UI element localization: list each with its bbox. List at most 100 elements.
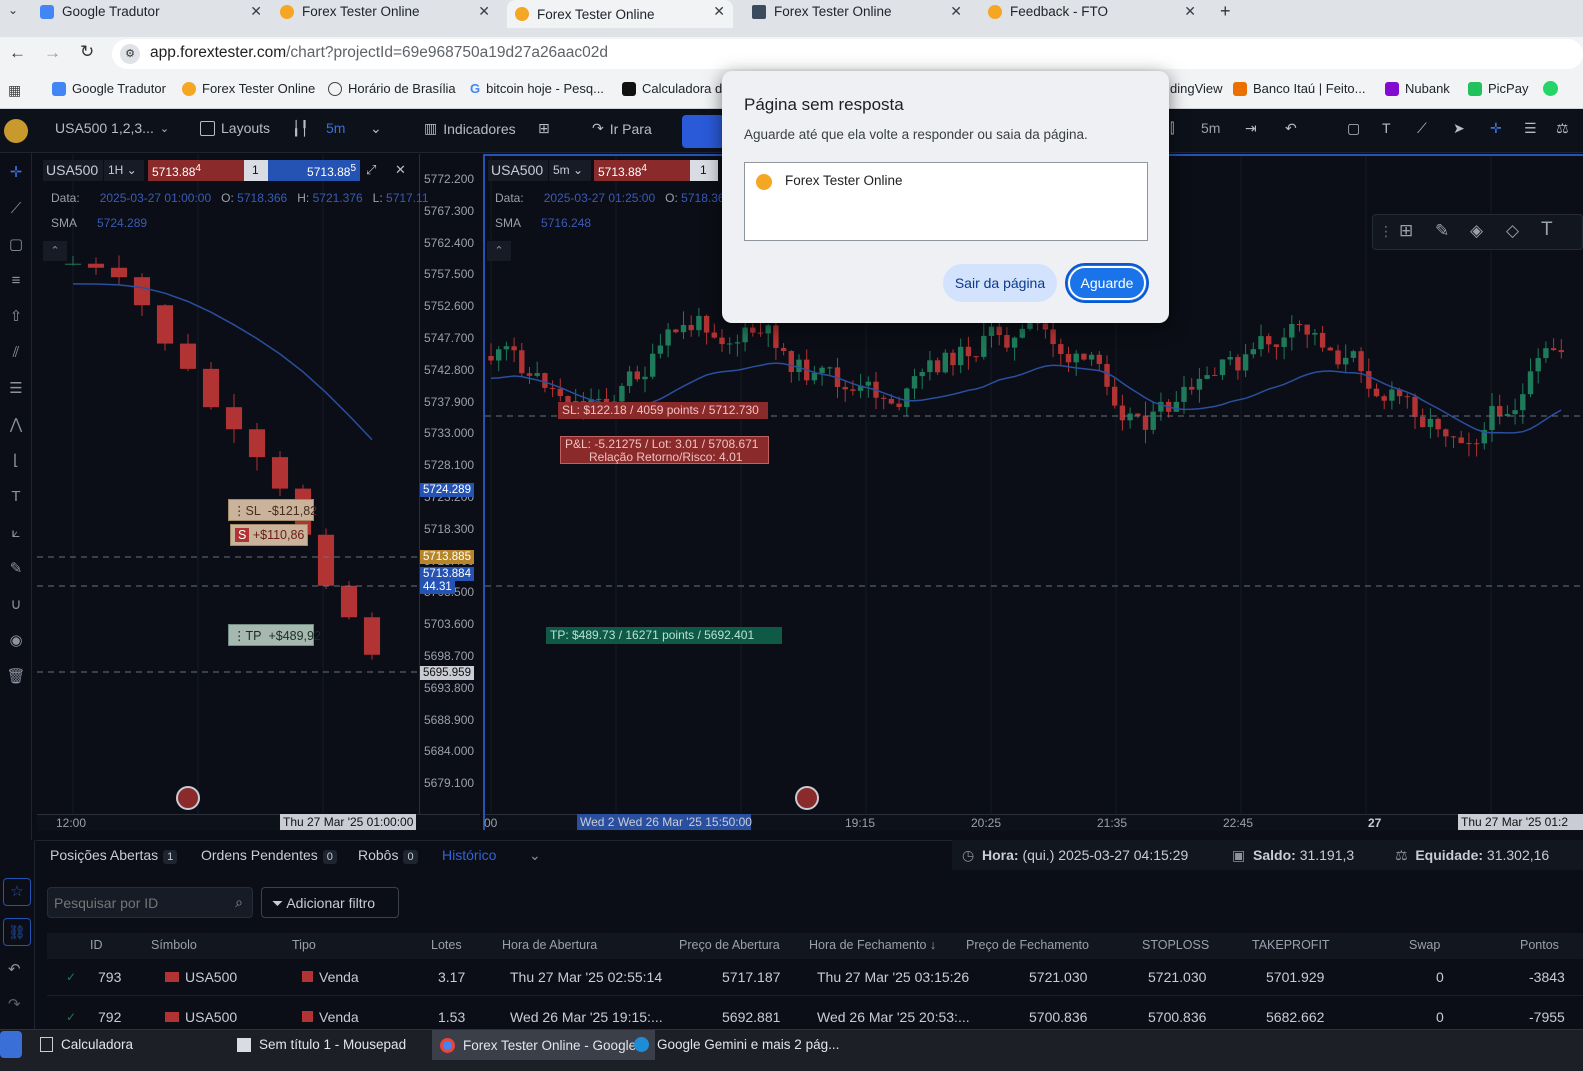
col-type[interactable]: Tipo [292,938,316,952]
col-points[interactable]: Pontos [1520,938,1559,952]
timeframe-dropdown-icon[interactable]: ⌄ [370,120,382,137]
taskbar-chrome-forex[interactable]: Forex Tester Online - Google... [432,1030,656,1060]
text-tool-icon[interactable]: T [1382,120,1391,136]
collapse-legend-icon[interactable]: ⌃ [43,241,67,261]
start-menu-icon[interactable] [0,1031,22,1058]
favorites-star-icon[interactable]: ☆ [3,878,31,906]
fill-color-icon[interactable]: ◈ [1470,221,1483,241]
us-flag-icon[interactable] [176,786,200,810]
taskbar-mousepad[interactable]: Sem título 1 - Mousepad [237,1037,406,1052]
whatsapp-icon[interactable] [1543,81,1558,96]
tab-pending-orders[interactable]: Ordens Pendentes 0 [201,847,337,864]
tab-feedback-fto[interactable]: Feedback - FTO ✕ [988,0,1196,23]
col-open-price[interactable]: Preço de Abertura [679,938,780,952]
pl-info-box[interactable]: P&L: -5.21275 / Lot: 3.01 / 5708.671 Rela… [560,436,769,464]
col-stoploss[interactable]: STOPLOSS [1142,938,1209,952]
add-filter-button[interactable]: ⏷ Adicionar filtro [261,887,399,918]
bookmark-nubank[interactable]: Nubank [1385,81,1450,96]
leave-page-button[interactable]: Sair da página [943,264,1057,302]
timeframe-badge-right[interactable]: 5m ⌄ [549,160,591,181]
grid-icon[interactable]: ⊞ [1399,221,1413,241]
tab-forex-tester-active[interactable]: Forex Tester Online ✕ [507,0,733,28]
tab-forex-tester-1[interactable]: Forex Tester Online ✕ [280,0,490,23]
brush-icon[interactable]: ✎ [6,559,26,579]
rectangle-icon[interactable]: ▢ [6,235,26,255]
collapse-legend-right-icon[interactable]: ⌃ [487,241,511,261]
search-icon[interactable]: ⌕ [235,894,243,911]
tab-open-positions[interactable]: Posições Abertas 1 [50,847,178,864]
measure-icon[interactable]: ⌊ [6,451,26,471]
new-tab-icon[interactable]: + [1220,1,1231,22]
search-id-input[interactable] [54,893,224,913]
col-lots[interactable]: Lotes [431,938,462,952]
site-info-icon[interactable]: ⚙ [120,44,140,64]
tab-forex-tester-3[interactable]: Forex Tester Online ✕ [752,0,962,23]
ruler-icon[interactable]: ⟀ [6,523,26,543]
text-icon[interactable]: T [6,487,26,507]
tab-history[interactable]: Histórico [442,847,496,863]
templates-icon[interactable]: ⊞ [538,120,550,137]
taskbar-calculator[interactable]: Calculadora [40,1037,133,1052]
bookmark-itau[interactable]: Banco Itaú | Feito... [1233,81,1366,96]
table-row[interactable] [47,960,1583,996]
tab-list-chevron-icon[interactable]: ⌄ [8,3,18,17]
back-icon[interactable]: ← [9,43,26,63]
chart-left-canvas[interactable] [37,154,480,830]
close-tab-icon[interactable]: ✕ [250,3,262,20]
taskbar-edge-gemini[interactable]: Google Gemini e mais 2 pág... [634,1037,839,1052]
goto-button[interactable]: ↷ Ir Para [592,120,652,137]
timeframe-selector-2[interactable]: 5m [1201,120,1220,136]
position-pl-label[interactable]: S +$110,86 [230,524,308,546]
col-open-time[interactable]: Hora de Abertura [502,938,597,952]
lot-input-left[interactable]: 1 [244,160,268,181]
close-pane-icon[interactable]: ✕ [395,162,406,178]
symbol-selector[interactable]: USA500 1,2,3... ⌄ [55,120,169,136]
toolbar-icon-ruler[interactable]: ⫿ [1170,120,1174,137]
table-row[interactable] [47,997,1583,1029]
timeframe-badge-left[interactable]: 1H ⌄ [104,160,144,181]
col-symbol[interactable]: Símbolo [151,938,197,952]
eye-icon[interactable]: ◉ [6,631,26,651]
tabs-more-chevron-icon[interactable]: ⌄ [529,847,541,864]
col-close-time[interactable]: Hora de Fechamento ↓ [809,938,936,952]
pattern-icon[interactable]: ⋀ [6,415,26,435]
timeframe-selector[interactable]: 5m [326,120,345,136]
drag-handle-icon[interactable]: ⋮ [1379,223,1393,240]
buy-button-left[interactable]: 5713.885 [268,160,360,181]
us-flag-icon-right[interactable] [795,786,819,810]
close-tab-icon[interactable]: ✕ [478,3,490,20]
step-forward-icon[interactable]: ⇥ [1245,120,1257,137]
redo-icon[interactable]: ↷ [8,995,21,1013]
sell-button-right[interactable]: 5713.884 [594,160,690,181]
trendline-icon[interactable]: ⟋ [6,199,26,219]
channel-icon[interactable]: ⫽ [6,343,26,363]
bookmark-forex-tester[interactable]: Forex Tester Online [182,81,315,96]
settings-sliders-icon[interactable]: ☰ [1524,120,1537,137]
arrow-up-icon[interactable]: ⇧ [6,307,26,327]
chart-type-button[interactable]: ╽╿ [292,120,309,137]
col-swap[interactable]: Swap [1409,938,1440,952]
unresponsive-pages-list[interactable]: Forex Tester Online [744,162,1148,241]
bookmark-bitcoin[interactable]: Gbitcoin hoje - Pesq... [470,81,604,96]
reload-icon[interactable]: ↻ [80,42,94,62]
bookmark-picpay[interactable]: PicPay [1468,81,1528,96]
sl-order-label[interactable]: ⋮SL -$121,82 [228,499,317,521]
pencil-icon[interactable]: ✎ [1435,221,1449,241]
url-field[interactable]: ⚙ app.forextester.com/chart?projectId=69… [112,39,1583,69]
close-tab-icon[interactable]: ✕ [1184,3,1196,20]
tp-info-box[interactable]: TP: $489.73 / 16271 points / 5692.401 [546,627,782,644]
expand-icon[interactable]: ⤢ [366,162,376,178]
layouts-button[interactable]: Layouts [200,120,270,136]
bookmark-horario-brasilia[interactable]: Horário de Brasília [328,81,456,96]
bookmark-tradingview[interactable]: dingView [1170,81,1223,96]
col-close-price[interactable]: Preço de Fechamento [966,938,1089,952]
link-icon[interactable]: ⛓ [3,918,31,946]
sell-button-left[interactable]: 5713.884 [148,160,244,181]
bookmark-calculadora[interactable]: Calculadora de [622,81,729,96]
search-id-field[interactable]: ⌕ [47,887,253,918]
fib-icon[interactable]: ≡ [6,271,26,291]
tab-google-tradutor[interactable]: Google Tradutor ✕ [40,0,262,23]
cursor-tool-icon[interactable]: ➤ [1453,120,1465,137]
forward-icon[interactable]: → [44,43,61,63]
symbol-label-right[interactable]: USA500 [488,160,548,181]
